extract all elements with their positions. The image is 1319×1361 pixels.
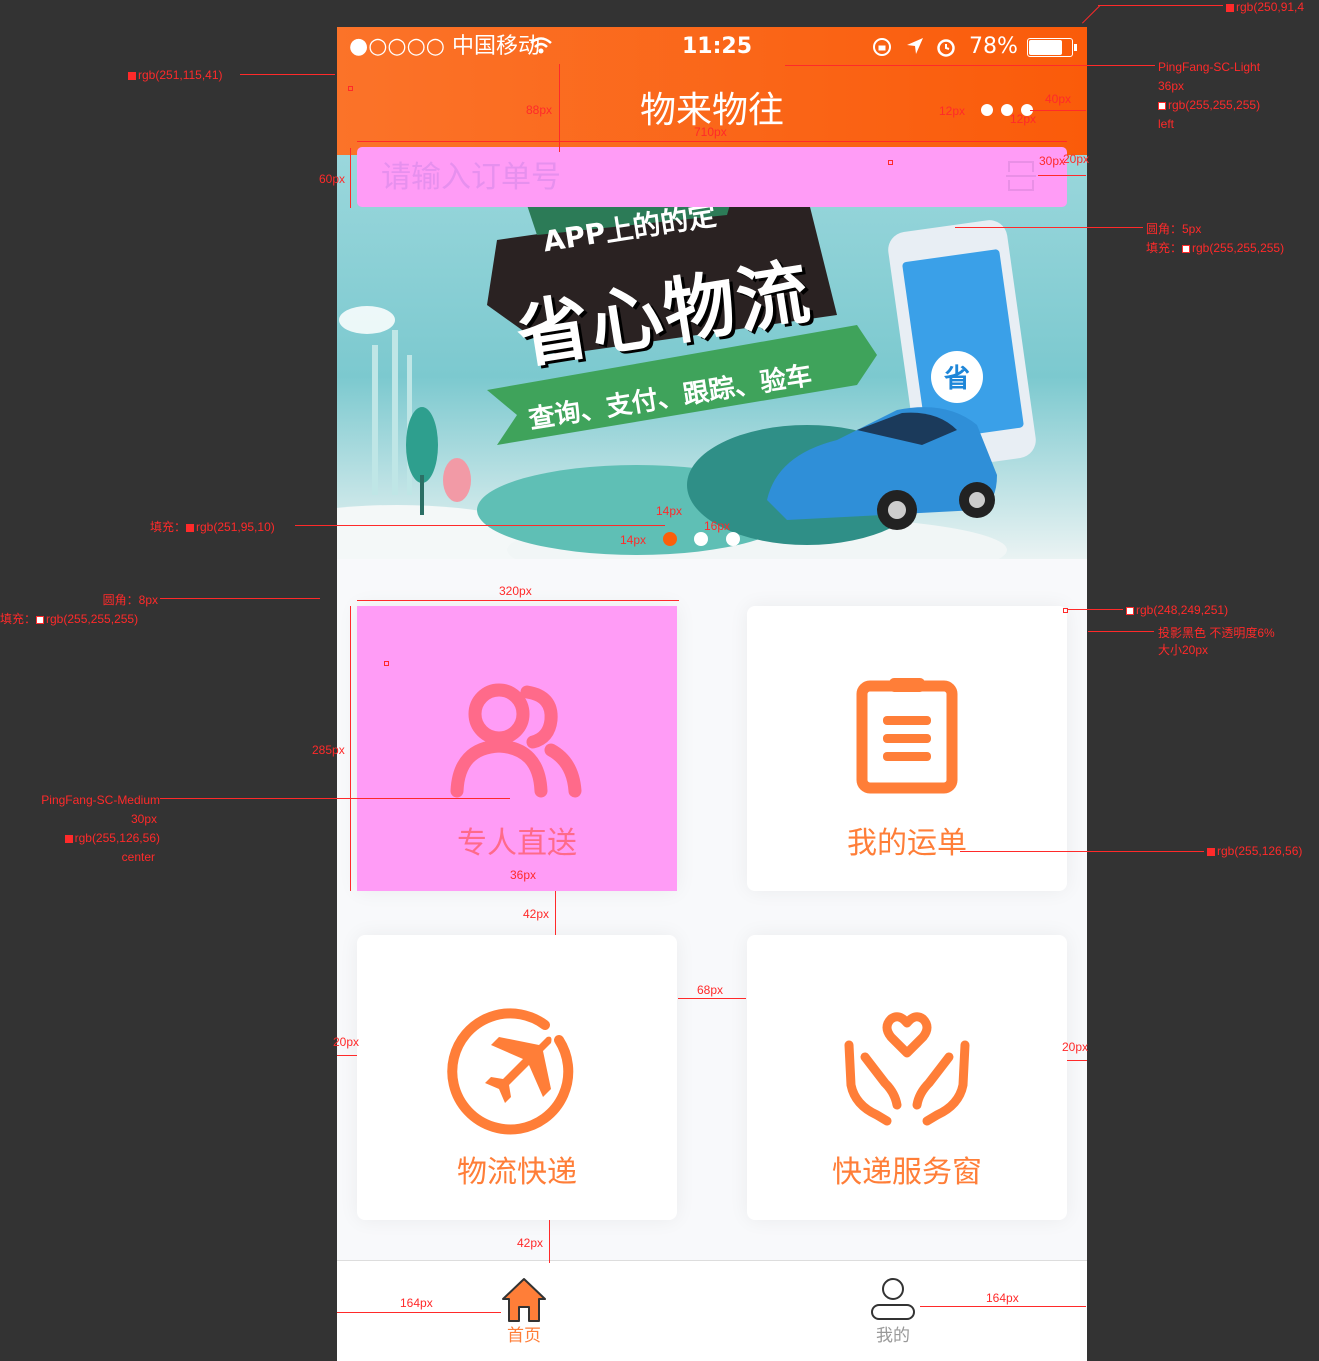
annotation-text: rgb(251,115,41) [138,68,223,82]
annotation-text: 36px [510,868,537,882]
annotation-text: 68px [697,983,724,997]
user-icon [871,1278,915,1320]
annotation-label: 填充： rgb(251,95,10) [150,520,275,534]
annotation-text: 40px [1045,92,1072,106]
annotation-text: 285px [312,743,345,757]
banner-carousel[interactable]: APP上的的定 省心物流 查询、支付、跟踪、验车 省 [337,155,1087,559]
annotation-text: 30px [130,812,157,826]
bottom-tab-bar: 首页 我的 [337,1260,1087,1361]
annotation-label: rgb(250,91,4 [1226,0,1304,14]
annotation-text: rgb(248,249,251) [1136,603,1229,617]
card-my-waybill[interactable]: 我的运单 [747,606,1067,891]
annotation-text: 20px [333,1035,360,1049]
more-dot [981,104,993,116]
card-logistics-express[interactable]: 物流快递 [357,935,677,1220]
annotation-text: 圆角：8px [102,593,158,607]
annotation-text: 320px [499,584,532,598]
card-label: 我的运单 [847,826,967,861]
annotation-text: rgb(255,255,255) [46,612,139,626]
tab-home-label: 首页 [507,1326,541,1346]
card-label: 专人直送 [457,826,577,861]
annotation-text: rgb(250,91,4 [1236,0,1305,14]
wifi-icon [530,37,552,54]
annotation-text: 投影黑色 不透明度6% [1158,626,1275,640]
annotation-text: 60px [319,172,346,186]
scan-icon[interactable] [1005,158,1037,194]
annotation-label: rgb(248,249,251) [1126,603,1228,617]
annotation-label: rgb(255,255,255) [1158,98,1260,112]
order-number-input[interactable] [357,147,1001,207]
annotation-text: 36px [1158,79,1185,93]
annotation-text: 填充： [1146,241,1183,255]
annotation-text: 大小20px [1158,643,1209,657]
battery-fill [1029,40,1062,55]
annotation-text: PingFang-SC-Medium [41,793,160,807]
carousel-dot[interactable] [726,532,740,546]
banner-phone-badge: 省 [943,364,970,394]
annotation-text: left [1158,117,1175,131]
annotation-text: 164px [400,1296,433,1310]
annotation-label: rgb(251,115,41) [128,68,223,82]
card-direct-delivery[interactable]: 专人直送 [357,606,677,891]
annotation-text: rgb(255,126,56) [1217,844,1303,858]
annotation-text: rgb(251,95,10) [196,520,275,534]
carrier-label: ●○○○○ 中国移动 [349,34,540,59]
annotation-text: 14px [620,533,647,547]
annotation-text: 12px [939,104,966,118]
annotation-text: rgb(255,126,56) [74,831,160,845]
annotation-text: 填充： [0,612,37,626]
card-label: 物流快递 [457,1155,577,1190]
hands-heart-icon [844,1012,970,1126]
annotation-label: 填充： rgb(255,255,255) [0,612,138,626]
airplane-icon [447,1008,574,1135]
alarm-icon [937,39,955,57]
annotation-text: 30px [1039,154,1066,168]
card-label: 快递服务窗 [832,1155,982,1190]
annotation-text: 填充： [150,520,187,534]
tab-home[interactable]: 首页 [474,1261,574,1361]
annotation-text: 164px [986,1291,1019,1305]
annotation-text: 88px [526,103,553,117]
annotation-label: rgb(255,126,56) [1207,844,1302,858]
tab-mine-label: 我的 [876,1326,910,1346]
clipboard-icon [856,678,958,794]
annotation-text: 20px [1063,152,1090,166]
annotation-label: rgb(255,126,56) [0,831,160,845]
annotation-text: 42px [517,1236,544,1250]
rotation-lock-icon [873,38,891,56]
annotation-text: 42px [523,907,550,921]
status-time: 11:25 [682,34,753,59]
carousel-dot-active[interactable] [663,532,677,546]
battery-percent: 78% [969,34,1018,59]
annotation-text: rgb(255,255,255) [1192,241,1285,255]
annotation-text: rgb(255,255,255) [1168,98,1261,112]
annotation-text: 12px [1010,112,1037,126]
battery-icon [1027,38,1077,57]
order-search-box[interactable] [357,147,1067,207]
users-icon [450,683,582,798]
annotation-text: center [121,850,155,864]
annotation-text: 圆角：5px [1146,222,1202,236]
card-express-service-window[interactable]: 快递服务窗 [747,935,1067,1220]
tab-mine[interactable]: 我的 [843,1261,943,1361]
annotation-text: PingFang-SC-Light [1158,60,1261,74]
annotation-label: 填充： rgb(255,255,255) [1146,241,1284,255]
location-arrow-icon [907,38,923,54]
carousel-dot[interactable] [694,532,708,546]
home-icon [502,1278,546,1322]
annotation-text: 20px [1062,1040,1089,1054]
annotation-text: 14px [656,504,683,518]
annotation-text: 16px [704,519,731,533]
annotation-text: 710px [694,125,727,139]
